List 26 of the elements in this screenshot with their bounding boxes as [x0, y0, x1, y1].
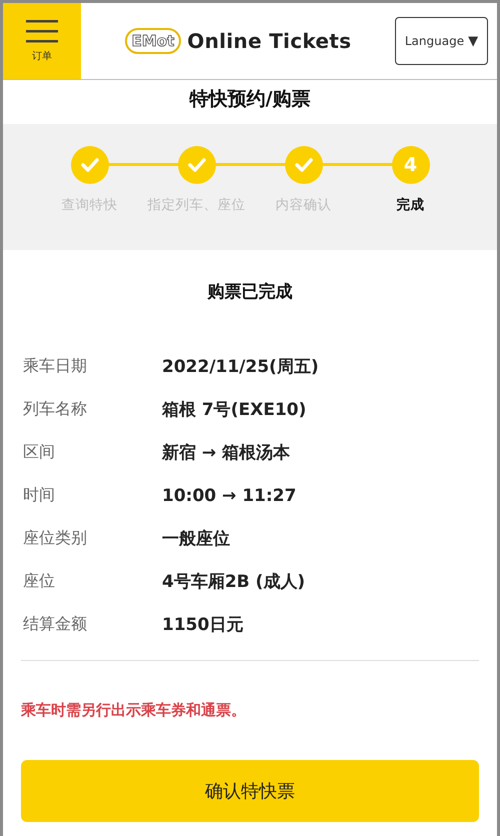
menu-button[interactable]: 订单 [3, 3, 81, 79]
detail-label: 座位 [23, 571, 56, 592]
detail-label: 列车名称 [23, 399, 88, 420]
menu-icon [26, 19, 58, 43]
step-label: 完成 [396, 196, 424, 214]
step-number: 4 [392, 146, 430, 184]
menu-label: 订单 [32, 50, 52, 63]
confirm-button[interactable]: 确认特快票 [21, 760, 479, 822]
detail-label: 时间 [23, 485, 56, 506]
detail-label: 区间 [23, 442, 56, 463]
detail-label: 乘车日期 [23, 356, 88, 377]
logo-text: Online Tickets [187, 29, 352, 53]
language-button[interactable]: Language ▼ [395, 17, 488, 65]
detail-value: 10:00 → 11:27 [162, 486, 296, 506]
logo-mark: EMot [124, 28, 182, 54]
notice-text: 乘车时需另行出示乘车券和通票。 [20, 700, 247, 720]
detail-value: 2022/11/25(周五) [162, 356, 319, 378]
detail-value: 一般座位 [162, 528, 230, 550]
detail-value: 新宿 → 箱根汤本 [162, 442, 290, 464]
detail-value: 箱根 7号(EXE10) [162, 399, 306, 421]
section-title: 购票已完成 [206, 281, 294, 304]
detail-label: 结算金额 [23, 614, 88, 635]
page-title: 特快预约/购票 [188, 87, 312, 112]
detail-value: 1150日元 [162, 614, 244, 636]
detail-value: 4号车厢2B (成人) [162, 571, 306, 593]
detail-label: 座位类别 [23, 528, 88, 549]
